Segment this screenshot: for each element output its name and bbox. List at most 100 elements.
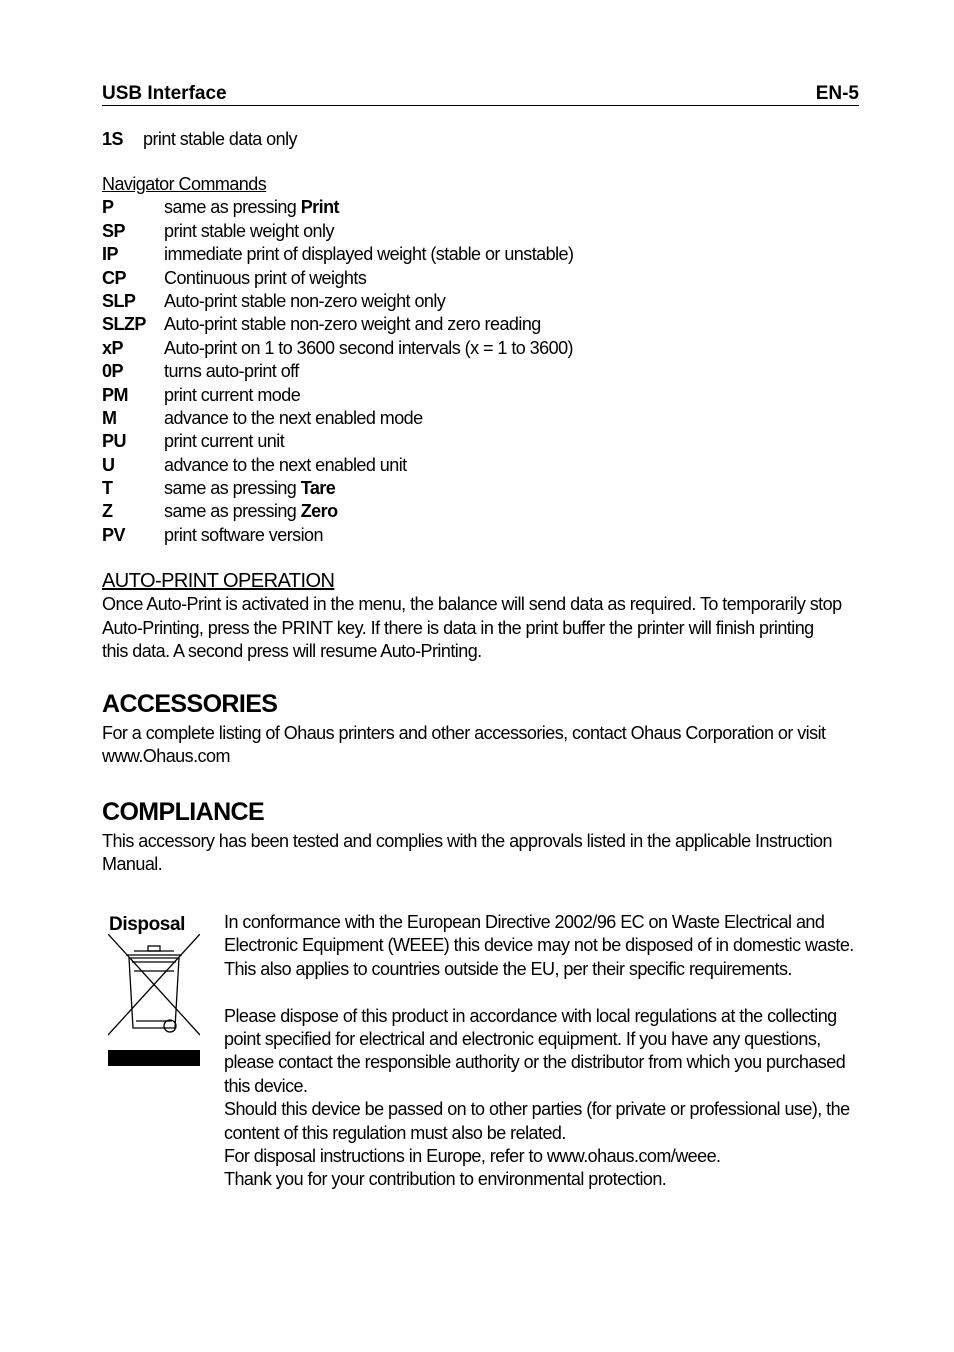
command-key: M [102, 407, 117, 428]
disposal-line: this device. [224, 1075, 308, 1096]
command-row: CP Continuous print of weights [102, 267, 573, 290]
command-desc-text: Auto-print stable non-zero weight and ze… [164, 314, 541, 335]
disposal-line: In conformance with the European Directi… [224, 912, 825, 932]
command-key: CP [102, 267, 126, 288]
command-desc-key-name: Tare [300, 478, 336, 499]
disposal-para: Please dispose of this product in accord… [224, 1005, 864, 1192]
command-row: IP immediate print of displayed weight (s… [102, 243, 574, 266]
accessories-section: ACCESSORIES For a complete listing of Oh… [102, 689, 862, 769]
disposal-line: For disposal instructions in Europe, ref… [224, 1146, 721, 1167]
command-desc: print stable weight only [164, 220, 334, 243]
command-key: IP [102, 244, 118, 265]
command-desc: advance to the next enabled mode [164, 407, 423, 430]
command-desc: Continuous print of weights [164, 267, 367, 290]
command-desc: immediate print of displayed weight (sta… [164, 243, 574, 266]
compliance-line: This accessory has been tested and compl… [102, 831, 833, 851]
command-row: Tsame as pressing Tare [102, 477, 573, 500]
command-desc: print software version [164, 524, 324, 547]
command-desc-text: print current unit [164, 431, 285, 452]
command-key: 1S [102, 129, 123, 149]
command-desc-text: print current mode [164, 384, 301, 405]
disposal-text: In conformance with the European Directi… [224, 911, 864, 1192]
command-key: 0P [102, 361, 123, 382]
command-desc: Auto-print stable non-zero weight only [164, 290, 446, 313]
command-list: Psame as pressing Print SP print stable we… [102, 196, 574, 547]
command-row: Psame as pressing Print [102, 196, 573, 219]
disposal-title: Disposal [109, 914, 185, 935]
weee-crossed-bin-icon [108, 934, 200, 1066]
command-desc: print stable data only [143, 129, 298, 149]
print-stable-row: 1S print stable data only [102, 128, 298, 151]
disposal-line: Thank you for your contribution to envir… [224, 1169, 667, 1190]
command-desc: turns auto-print off [164, 360, 299, 383]
disposal-line: content of this regulation must also be … [224, 1122, 566, 1143]
command-row: SLP Auto-print stable non-zero weight onl… [102, 290, 573, 313]
command-key: SLP [102, 290, 136, 311]
command-key: xP [102, 337, 123, 358]
command-key: PU [102, 431, 126, 452]
command-row: PM print current mode [102, 384, 573, 407]
command-key: T [102, 478, 113, 499]
disposal-line: point specified for electrical and elect… [224, 1029, 821, 1050]
header-page-number: EN-5 [815, 83, 859, 104]
command-desc-text: turns auto-print off [164, 361, 299, 382]
accessories-link: www.Ohaus.com [102, 746, 230, 767]
command-row: Uadvance to the next enabled unit [102, 454, 573, 477]
compliance-heading: COMPLIANCE [102, 798, 265, 826]
command-desc: advance to the next enabled unit [164, 454, 407, 477]
command-desc: print current unit [164, 430, 285, 453]
command-key: SLZP [102, 314, 146, 335]
page-header: USB Interface EN-5 [102, 83, 859, 106]
command-desc-text: Continuous print of weights [164, 267, 367, 288]
command-desc: same as pressing Tare [164, 477, 336, 500]
disposal-para: In conformance with the European Directi… [224, 911, 864, 981]
disposal-line: Should this device be passed on to other… [224, 1099, 850, 1120]
navigator-title: Navigator Commands [102, 174, 267, 194]
accessories-line: For a complete listing of Ohaus printers… [102, 723, 826, 743]
command-desc-text: same as pressing [164, 197, 301, 218]
auto-print-title: AUTO-PRINT OPERATION [102, 570, 335, 592]
command-desc: Auto-print stable non-zero weight and ze… [164, 313, 541, 336]
compliance-line: Manual. [102, 854, 163, 875]
disposal-line: Please dispose of this product in accord… [224, 1005, 837, 1026]
command-desc-text: advance to the next enabled mode [164, 407, 423, 428]
command-row: Madvance to the next enabled mode [102, 407, 573, 430]
command-row: 0P turns auto-print off [102, 360, 573, 383]
command-desc-key-name: Print [300, 197, 340, 218]
command-key: U [102, 454, 115, 475]
command-row: Zsame as pressing Zero [102, 500, 573, 523]
command-row: xP Auto-print on 1 to 3600 second interva… [102, 337, 574, 360]
command-desc-text: print software version [164, 524, 324, 545]
navigator-commands: Navigator Commands Psame as pressing Pri… [102, 173, 574, 547]
disposal-line: This also applies to countries outside t… [224, 958, 792, 979]
command-desc: print current mode [164, 384, 301, 407]
auto-print-line: Auto-Printing, press the PRINT key. If t… [102, 617, 814, 638]
disposal-line: Electronic Equipment (WEEE) this device … [224, 935, 854, 956]
command-row: SP print stable weight only [102, 220, 573, 243]
header-section-title: USB Interface [102, 83, 227, 104]
command-desc-text: same as pressing [164, 501, 301, 522]
command-key: PM [102, 384, 128, 405]
command-row: PU print current unit [102, 430, 573, 453]
command-row: PV print software version [102, 524, 573, 547]
command-desc-text: advance to the next enabled unit [164, 454, 407, 475]
command-desc: same as pressing Zero [164, 500, 338, 523]
compliance-section: COMPLIANCE This accessory has been teste… [102, 797, 862, 877]
auto-print-section: AUTO-PRINT OPERATION Once Auto-Print is … [102, 570, 862, 664]
command-desc-text: print stable weight only [164, 220, 334, 241]
auto-print-line: Once Auto-Print is activated in the menu… [102, 594, 842, 615]
disposal-line: please contact the responsible authority… [224, 1052, 846, 1073]
accessories-heading: ACCESSORIES [102, 690, 278, 718]
command-desc-text: same as pressing [164, 478, 301, 499]
command-desc: Auto-print on 1 to 3600 second intervals… [164, 337, 574, 360]
command-key: P [102, 197, 114, 218]
command-desc: same as pressing Print [164, 196, 340, 219]
command-desc-text: Auto-print on 1 to 3600 second intervals… [164, 337, 574, 358]
command-row: SLZP Auto-print stable non-zero weight an… [102, 313, 573, 336]
command-desc-text: immediate print of displayed weight (sta… [164, 244, 574, 265]
command-desc-text: Auto-print stable non-zero weight only [164, 290, 446, 311]
command-key: PV [102, 524, 125, 545]
command-desc-key-name: Zero [300, 501, 338, 522]
command-key: Z [102, 501, 113, 522]
command-key: SP [102, 220, 125, 241]
